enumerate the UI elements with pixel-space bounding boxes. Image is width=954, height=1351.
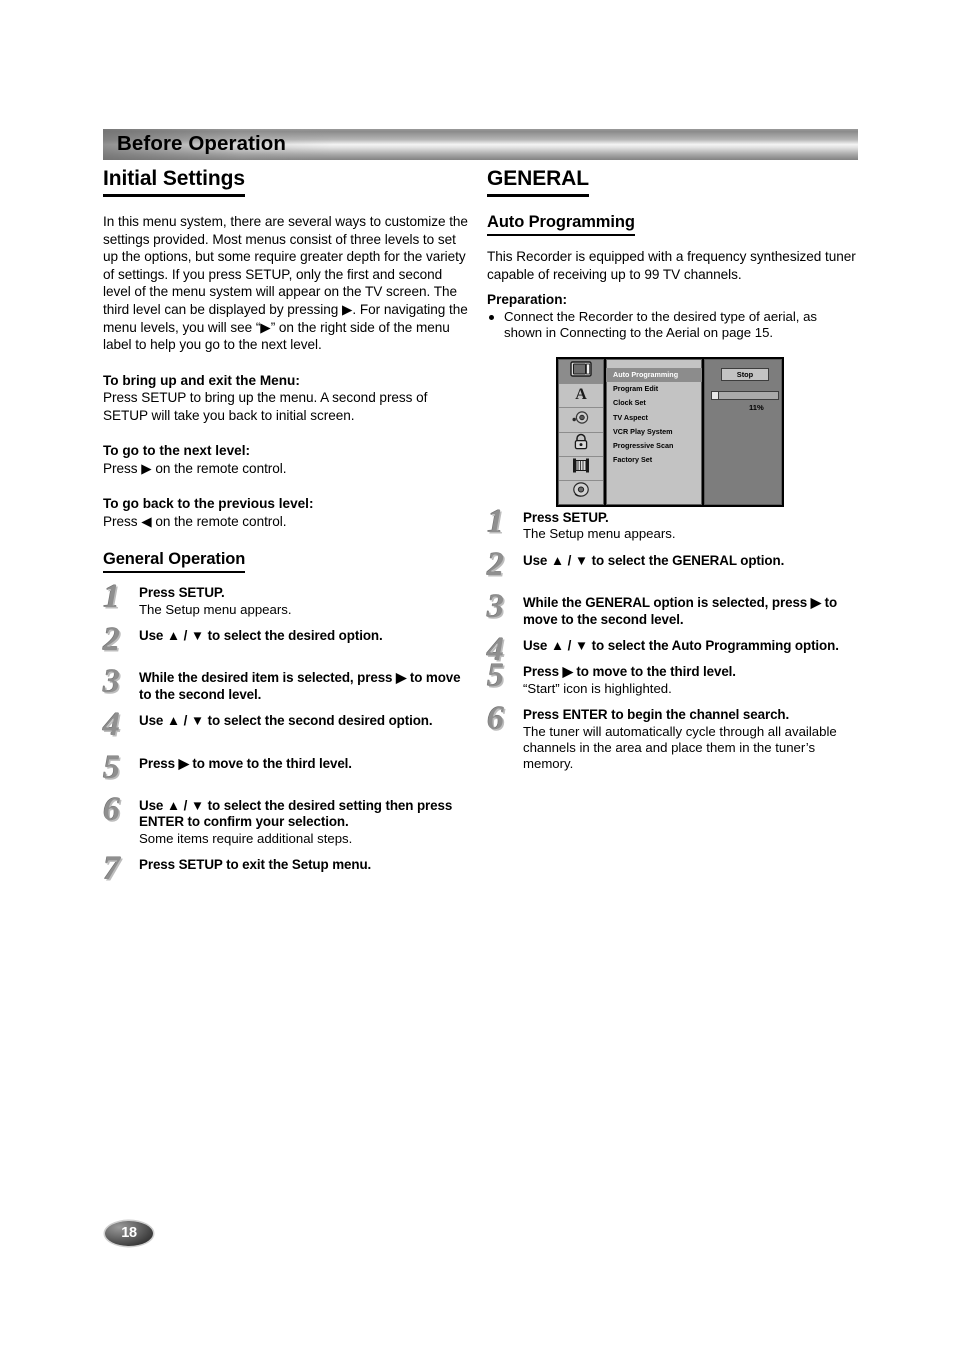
step-item: 4 Use ▲ / ▼ to select the second desired… [103, 708, 470, 745]
initial-settings-intro: In this menu system, there are several w… [103, 214, 468, 353]
step-main-text: Use ▲ / ▼ to select the desired setting … [139, 798, 453, 830]
audio-speaker-icon [571, 410, 591, 430]
section-header-bar: Before Operation [103, 129, 858, 160]
osd-category-audio[interactable] [559, 408, 603, 433]
step-item: 3 While the GENERAL option is selected, … [487, 590, 858, 628]
step-main-text: Press SETUP. [139, 585, 225, 601]
osd-category-language[interactable]: A [559, 384, 603, 409]
auto-programming-title: Auto Programming [487, 213, 635, 236]
osd-menu-item-list: Auto Programming Program Edit Clock Set … [606, 359, 702, 505]
step-item: 2 Use ▲ / ▼ to select the GENERAL option… [487, 547, 858, 585]
step-item: 5 Press ▶ to move to the third level. “S… [487, 659, 858, 697]
step-main-text: Press SETUP to exit the Setup menu. [139, 857, 372, 873]
info-block-previous-level: To go back to the previous level: Press … [103, 495, 470, 530]
preparation-bullet-text: Connect the Recorder to the desired type… [504, 308, 818, 341]
step-sub-text: “Start” icon is highlighted. [523, 680, 672, 696]
general-operation-title: General Operation [103, 550, 245, 574]
step-item: 1 Press SETUP. The Setup menu appears. [103, 580, 470, 618]
info-block-text: Press ◀ on the remote control. [103, 513, 287, 529]
osd-category-recording[interactable] [559, 457, 603, 481]
osd-detail-pane: Stop 11% [704, 359, 782, 505]
osd-category-disc[interactable] [559, 481, 603, 504]
osd-menu-item-factory-set[interactable]: Factory Set [607, 453, 701, 467]
step-number: 5 [103, 748, 120, 786]
step-number: 7 [103, 850, 120, 888]
step-item: 4 Use ▲ / ▼ to select the Auto Programmi… [487, 633, 858, 667]
step-main-text: Press ▶ to move to the third level. [139, 755, 352, 771]
language-letter-a-icon: A [572, 385, 590, 406]
info-block-heading: To go to the next level: [103, 443, 251, 459]
step-number: 6 [103, 791, 120, 828]
step-main-text: While the GENERAL option is selected, pr… [523, 595, 838, 627]
osd-menu-item-program-edit[interactable]: Program Edit [607, 382, 701, 396]
page-number-badge: 18 [105, 1221, 153, 1246]
info-block-text: Press ▶ on the remote control. [103, 460, 287, 476]
tv-monitor-icon [570, 361, 592, 382]
step-number: 2 [103, 620, 120, 658]
osd-setup-menu-illustration: A Auto Programming Program Edit Clock Se… [556, 357, 784, 507]
step-sub-text: Some items require additional steps. [139, 830, 353, 846]
step-main-text: Use ▲ / ▼ to select the second desired o… [139, 713, 433, 729]
step-sub-text: The Setup menu appears. [523, 526, 676, 542]
osd-menu-item-clock-set[interactable]: Clock Set [607, 396, 701, 410]
step-item: 3 While the desired item is selected, pr… [103, 665, 470, 703]
osd-category-parental-lock[interactable] [559, 433, 603, 457]
osd-stop-button[interactable]: Stop [721, 368, 769, 381]
step-main-text: Use ▲ / ▼ to select the GENERAL option. [523, 552, 785, 568]
step-item: 7 Press SETUP to exit the Setup menu. [103, 852, 470, 886]
preparation-heading: Preparation: [487, 292, 568, 308]
auto-programming-intro: This Recorder is equipped with a frequen… [487, 249, 856, 282]
step-item: 6 Use ▲ / ▼ to select the desired settin… [103, 793, 470, 847]
step-main-text: While the desired item is selected, pres… [139, 670, 461, 702]
step-number: 1 [103, 578, 120, 616]
step-number: 6 [487, 700, 504, 738]
preparation-bullet-item: Connect the Recorder to the desired type… [487, 309, 858, 342]
osd-category-sidebar: A [558, 359, 604, 505]
auto-programming-steps: 1 Press SETUP. The Setup menu appears. 2… [487, 504, 858, 773]
osd-progress-percent-label: 11% [749, 403, 764, 412]
bullet-dot-icon [489, 314, 494, 320]
page-number-value: 18 [121, 1225, 137, 1242]
step-number: 1 [487, 502, 504, 540]
osd-category-tv-monitor[interactable] [559, 360, 603, 385]
right-section-title: GENERAL [487, 167, 589, 197]
step-main-text: Press ENTER to begin the channel search. [523, 707, 790, 723]
left-column: Initial Settings In this menu system, th… [103, 167, 470, 886]
document-page: Before Operation Initial Settings In thi… [0, 0, 954, 1351]
left-section-title: Initial Settings [103, 167, 245, 197]
step-main-text: Use ▲ / ▼ to select the desired option. [139, 627, 383, 643]
step-item: 1 Press SETUP. The Setup menu appears. [487, 504, 858, 543]
step-number: 3 [487, 588, 504, 626]
info-block-next-level: To go to the next level: Press ▶ on the … [103, 442, 470, 477]
general-operation-steps: 1 Press SETUP. The Setup menu appears. 2… [103, 580, 470, 886]
step-sub-text: The Setup menu appears. [139, 601, 292, 617]
osd-menu-item-auto-programming[interactable]: Auto Programming [606, 368, 702, 383]
step-main-text: Press ▶ to move to the third level. [523, 664, 736, 680]
step-number: 4 [103, 706, 120, 744]
info-block-heading: To bring up and exit the Menu: [103, 372, 300, 388]
osd-menu-item-tv-aspect[interactable]: TV Aspect [607, 411, 701, 425]
step-number: 5 [487, 657, 504, 695]
svg-text:A: A [575, 386, 587, 401]
step-main-text: Press SETUP. [523, 509, 609, 525]
step-item: 2 Use ▲ / ▼ to select the desired option… [103, 622, 470, 660]
step-sub-text: The tuner will automatically cycle throu… [523, 723, 837, 772]
step-main-text: Use ▲ / ▼ to select the Auto Programming… [523, 638, 839, 653]
step-number: 3 [103, 663, 120, 701]
film-strip-icon [571, 457, 591, 479]
parental-lock-icon [572, 433, 590, 455]
info-block-text: Press SETUP to bring up the menu. A seco… [103, 390, 428, 423]
osd-menu-item-vcr-play-system[interactable]: VCR Play System [607, 425, 701, 439]
step-item: 5 Press ▶ to move to the third level. [103, 750, 470, 788]
disc-icon [571, 481, 591, 503]
step-item: 6 Press ENTER to begin the channel searc… [487, 702, 858, 773]
osd-progress-fill [712, 392, 720, 399]
osd-menu-item-progressive-scan[interactable]: Progressive Scan [607, 439, 701, 453]
page-title: Before Operation [117, 132, 287, 155]
osd-progress-bar [711, 391, 779, 400]
step-number: 2 [487, 545, 504, 583]
info-block-heading: To go back to the previous level: [103, 496, 314, 512]
info-block-bring-up-menu: To bring up and exit the Menu: Press SET… [103, 372, 470, 424]
